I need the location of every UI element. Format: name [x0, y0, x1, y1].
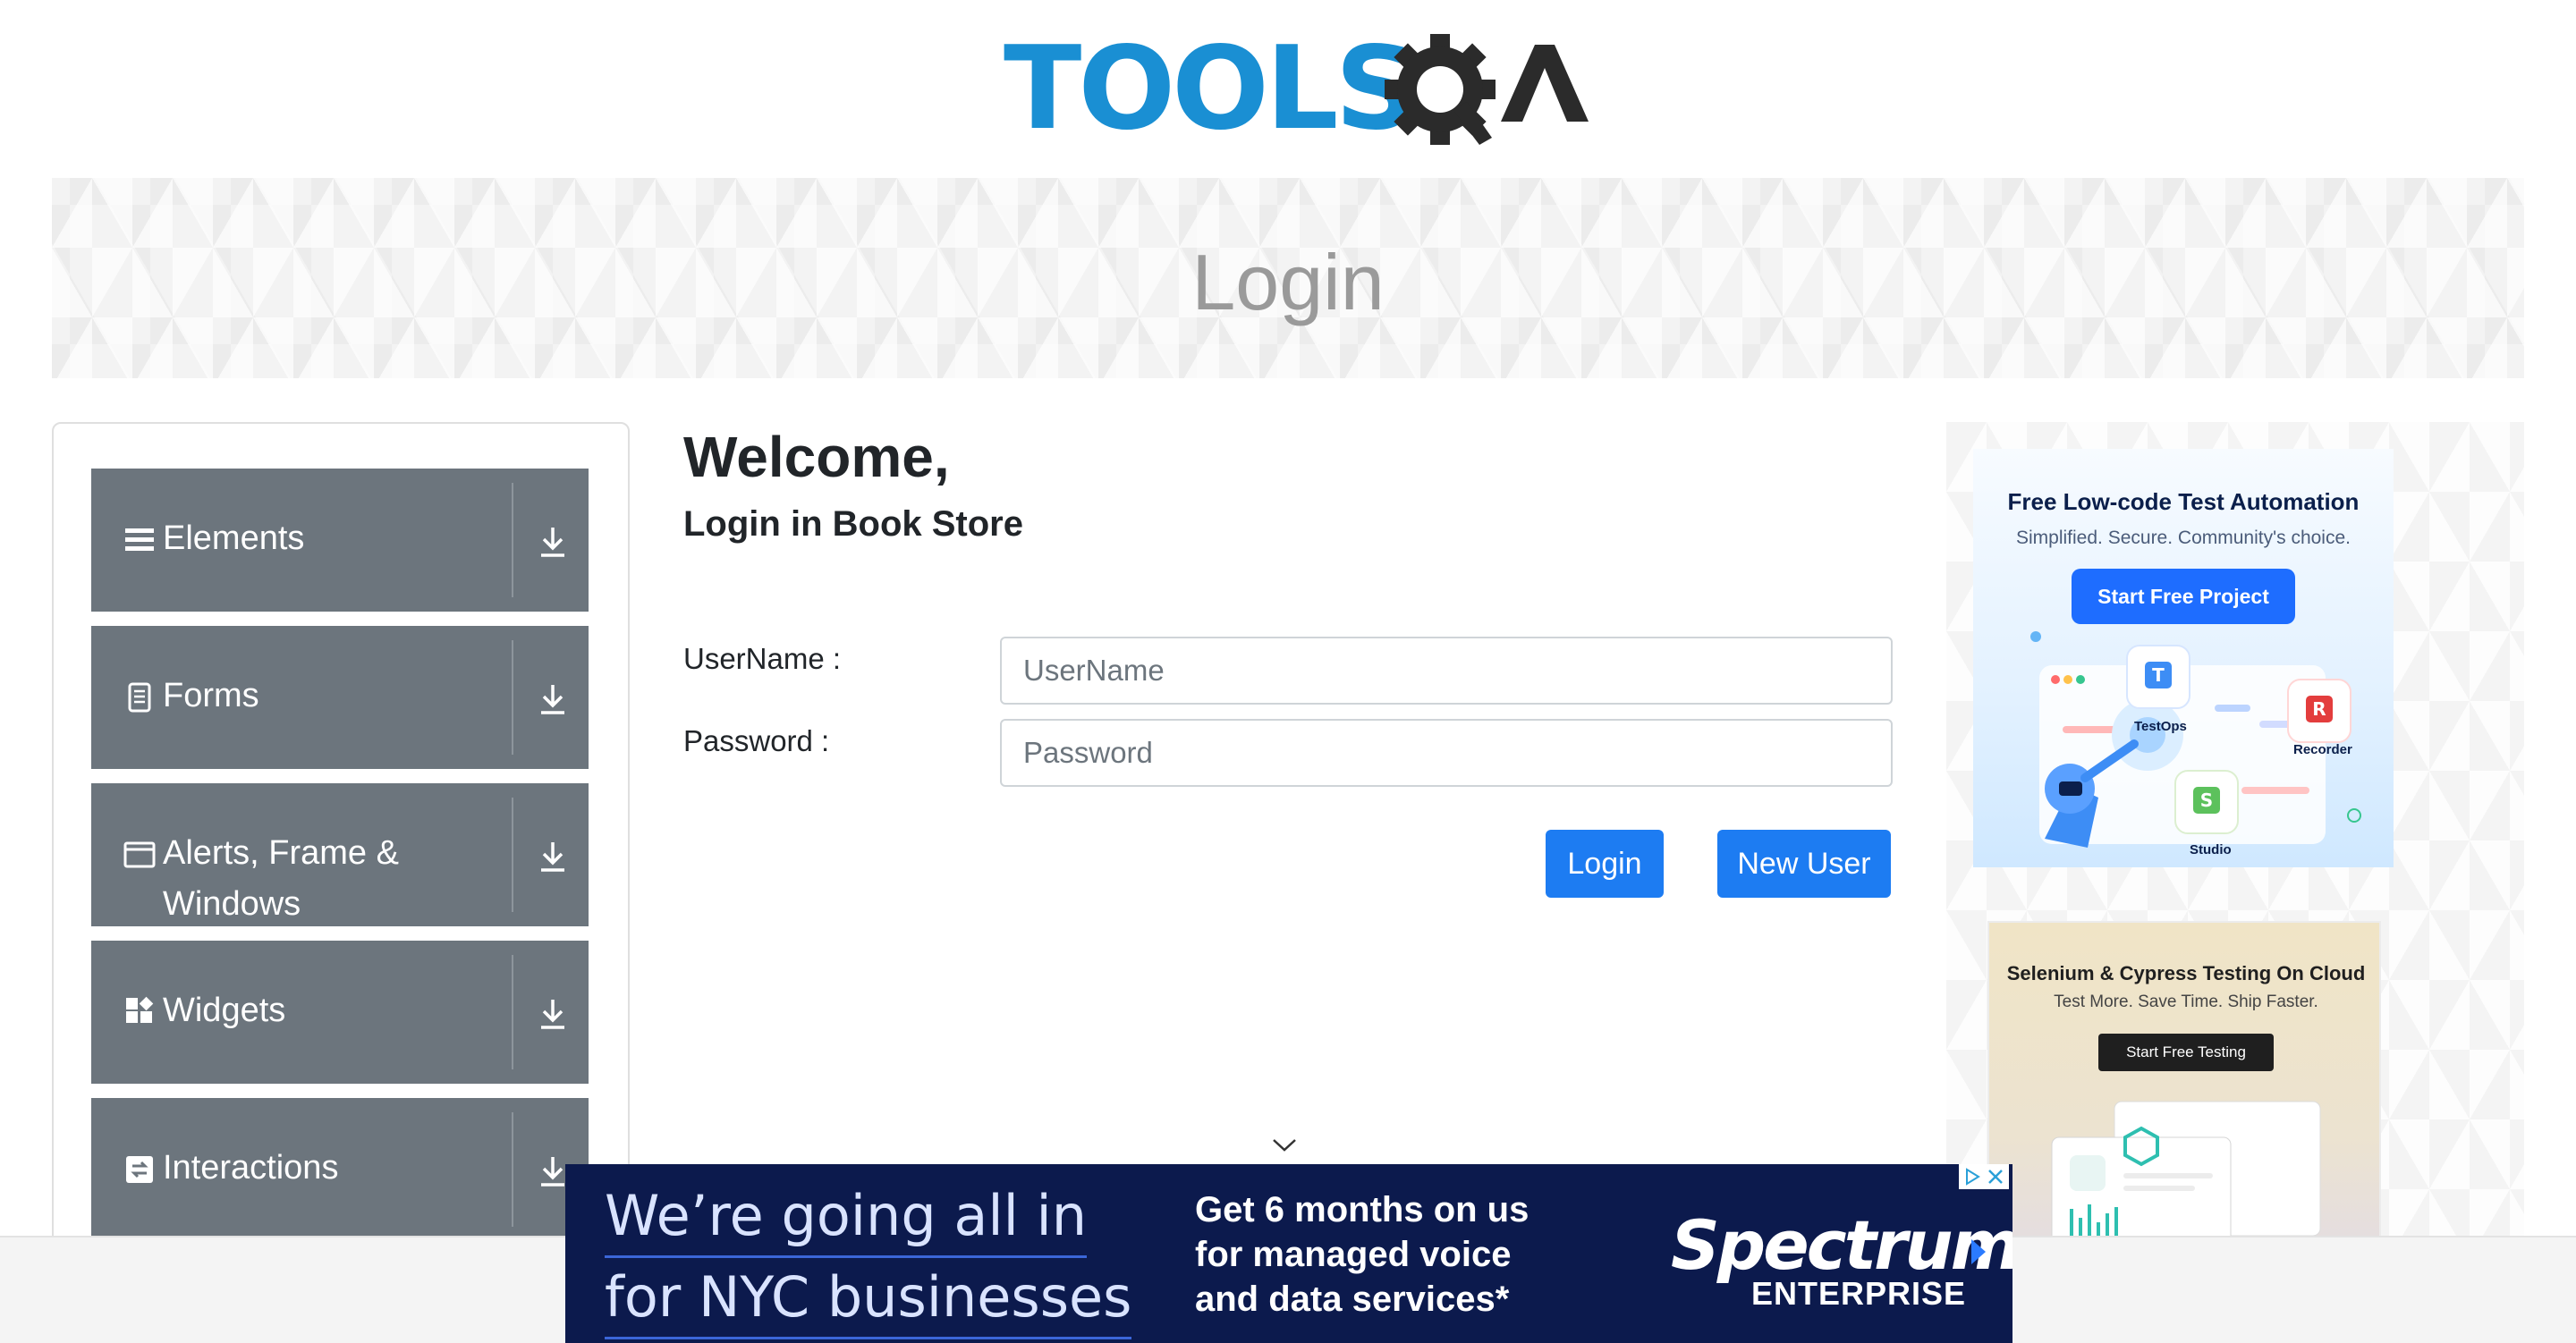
divider [512, 798, 513, 912]
ad-headline-line-2: for NYC businesses [605, 1258, 1132, 1339]
spectrum-ad[interactable]: We’re going all in for NYC businesses Ge… [565, 1164, 2012, 1343]
new-user-button[interactable]: New User [1717, 830, 1891, 898]
login-subtitle: Login in Book Store [683, 504, 1023, 544]
document-icon [128, 682, 151, 713]
spectrum-enterprise-label: ENTERPRISE [1751, 1275, 1967, 1312]
page-title: Login [1191, 238, 1385, 326]
sidebar-group-forms[interactable]: Forms [91, 626, 589, 769]
katalon-ad[interactable]: Free Low-code Test Automation Simplified… [1973, 449, 2394, 867]
page-banner: Login [52, 178, 2524, 378]
chevron-down-icon[interactable] [1271, 1137, 1298, 1153]
spectrum-logo: Spectrum [1671, 1205, 2012, 1285]
download-arrow-icon[interactable] [537, 1153, 569, 1189]
close-icon[interactable] [1986, 1167, 2005, 1187]
password-label: Password : [683, 724, 830, 757]
username-label: UserName : [683, 642, 842, 675]
ad-title: Free Low-code Test Automation [2007, 488, 2360, 515]
start-free-project-button[interactable]: Start Free Project [2072, 569, 2295, 624]
sidebar-group-label: Elements [163, 519, 305, 557]
svg-text:S: S [2200, 790, 2213, 811]
sidebar-group-elements[interactable]: Elements [91, 469, 589, 612]
download-arrow-icon[interactable] [537, 996, 569, 1032]
adchoices-icon[interactable] [1962, 1167, 1982, 1187]
window-icon [123, 841, 156, 868]
divider [512, 640, 513, 755]
sidebar-group-label: Forms [163, 677, 259, 714]
download-arrow-icon[interactable] [537, 681, 569, 717]
left-panel: Elements Forms Alerts, Frame & Windows W… [52, 422, 630, 1343]
toolsqa-logo[interactable]: TOOLS [1002, 22, 1589, 168]
ad-offer: Get 6 months on us for managed voice and… [1195, 1187, 1529, 1322]
ad-choices[interactable] [1959, 1164, 2009, 1189]
product-label-studio: Studio [2190, 842, 2232, 857]
sidebar-group-label: Alerts, Frame & Windows [163, 834, 399, 923]
hamburger-icon [125, 528, 154, 551]
divider [512, 1112, 513, 1227]
svg-text:R: R [2312, 698, 2326, 720]
download-arrow-icon[interactable] [537, 839, 569, 874]
ad-offer-line-2: for managed voice [1195, 1235, 1512, 1274]
download-arrow-icon[interactable] [537, 524, 569, 560]
login-button[interactable]: Login [1546, 830, 1664, 898]
widgets-icon [126, 996, 154, 1023]
welcome-heading: Welcome, [683, 425, 950, 489]
svg-text:T: T [2152, 664, 2165, 686]
logo-gear-qa-icon [1385, 34, 1589, 145]
username-input[interactable] [1000, 637, 1893, 705]
play-arrow-icon [1971, 1239, 1986, 1264]
ad-offer-line-1: Get 6 months on us [1195, 1190, 1530, 1229]
ad-headline: We’re going all in for NYC businesses [605, 1177, 1132, 1339]
product-label-testops: TestOps [2134, 719, 2187, 734]
ad-title: Selenium & Cypress Testing On Cloud [2006, 962, 2366, 984]
sidebar-group-widgets[interactable]: Widgets [91, 941, 589, 1084]
ad-tagline: Simplified. Secure. Community's choice. [2016, 528, 2351, 548]
sidebar-group-interactions[interactable]: Interactions [91, 1098, 589, 1241]
ad-headline-line-1: We’re going all in [605, 1177, 1088, 1258]
sidebar-group-alerts-frame-windows[interactable]: Alerts, Frame & Windows [91, 783, 589, 926]
logo-text: TOOLS [1004, 22, 1418, 156]
ad-tagline: Test More. Save Time. Ship Faster. [2054, 992, 2318, 1011]
interactions-icon [126, 1156, 153, 1183]
ad-offer-line-3: and data services* [1195, 1280, 1510, 1319]
product-label-recorder: Recorder [2293, 742, 2352, 757]
divider [512, 955, 513, 1069]
sidebar-group-label: Widgets [163, 992, 286, 1029]
divider [512, 483, 513, 597]
password-input[interactable] [1000, 719, 1893, 787]
sidebar-group-label: Interactions [163, 1149, 339, 1187]
start-free-testing-button[interactable]: Start Free Testing [2098, 1034, 2274, 1071]
